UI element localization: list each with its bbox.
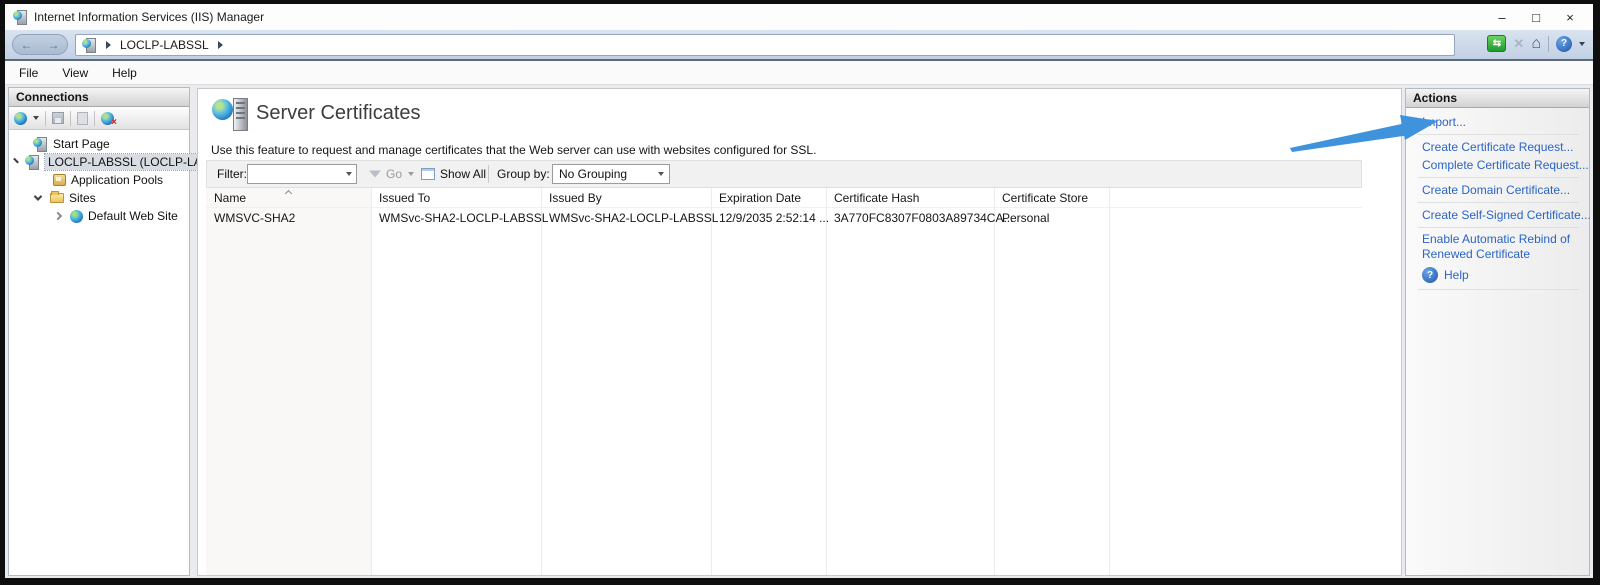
iis-node-icon <box>82 38 97 52</box>
page-title: Server Certificates <box>256 102 421 125</box>
divider <box>1418 289 1579 290</box>
action-help-row[interactable]: ? Help <box>1422 267 1579 283</box>
content-area: Connections × Start Page LOC <box>5 85 1593 578</box>
connections-toolbar: × <box>9 107 189 130</box>
filter-label: Filter: <box>217 167 247 181</box>
nav-back-forward: ← → <box>12 34 68 55</box>
divider <box>94 111 95 126</box>
divider <box>1418 134 1579 135</box>
chevron-down-icon[interactable] <box>1579 42 1585 46</box>
action-create-self-signed-certificate[interactable]: Create Self-Signed Certificate... <box>1422 207 1579 223</box>
help-icon[interactable]: ? <box>1556 36 1572 52</box>
go-filter-icon <box>369 171 381 178</box>
tree-item-application-pools[interactable]: Application Pools <box>9 171 189 189</box>
column-certificate-hash[interactable]: Certificate Hash <box>834 191 919 205</box>
tree-item-server[interactable]: LOCLP-LABSSL (LOCLP-LABS <box>9 153 189 171</box>
column-name[interactable]: Name <box>214 191 246 205</box>
action-complete-certificate-request[interactable]: Complete Certificate Request... <box>1422 157 1579 173</box>
back-icon[interactable]: ← <box>21 39 33 51</box>
server-certificates-icon <box>212 96 250 134</box>
column-certificate-store[interactable]: Certificate Store <box>1002 191 1088 205</box>
group-by-label: Group by: <box>497 167 550 181</box>
navigation-bar: ← → LOCLP-LABSSL ⇆ ✕ ⌂ ? <box>5 30 1593 61</box>
breadcrumb-arrow-icon[interactable] <box>218 41 223 49</box>
red-x-icon: × <box>111 118 117 128</box>
list-header: Name Issued To Issued By Expiration Date… <box>206 188 1362 208</box>
menu-help[interactable]: Help <box>100 66 149 80</box>
breadcrumb[interactable]: LOCLP-LABSSL <box>75 34 1455 56</box>
help-icon: ? <box>1422 267 1438 283</box>
group-by-dropdown[interactable]: No Grouping <box>552 164 670 184</box>
column-expiration-date[interactable]: Expiration Date <box>719 191 801 205</box>
menu-bar: File View Help <box>5 61 1593 85</box>
connections-header: Connections <box>9 88 189 107</box>
divider <box>1548 36 1549 52</box>
menu-view[interactable]: View <box>50 66 100 80</box>
divider <box>1418 227 1579 228</box>
table-row[interactable]: WMSVC-SHA2 WMSvc-SHA2-LOCLP-LABSSL WMSvc… <box>206 208 1362 227</box>
divider <box>45 111 46 126</box>
filter-input[interactable] <box>247 164 357 184</box>
web-site-icon <box>70 210 83 223</box>
sites-folder-icon <box>50 193 64 203</box>
chevron-down-icon[interactable] <box>34 192 42 200</box>
server-icon <box>25 155 40 169</box>
chevron-down-icon[interactable] <box>33 116 39 120</box>
column-issued-by[interactable]: Issued By <box>549 191 602 205</box>
tree-item-sites[interactable]: Sites <box>9 189 189 207</box>
title-bar: Internet Information Services (IIS) Mana… <box>5 4 1593 30</box>
tree-item-default-web-site[interactable]: Default Web Site <box>9 207 189 225</box>
chevron-down-icon[interactable] <box>13 158 19 164</box>
actions-header: Actions <box>1406 89 1589 108</box>
menu-file[interactable]: File <box>5 66 50 80</box>
save-connections-icon <box>52 112 64 124</box>
server-certificates-panel: Server Certificates Use this feature to … <box>197 88 1402 576</box>
divider <box>70 111 71 126</box>
show-all-icon[interactable] <box>421 168 435 180</box>
home-icon[interactable]: ⌂ <box>1531 36 1541 52</box>
divider <box>488 165 489 183</box>
action-help[interactable]: Help <box>1444 267 1469 283</box>
maximize-button[interactable]: □ <box>1519 4 1553 30</box>
breadcrumb-server[interactable]: LOCLP-LABSSL <box>120 38 209 52</box>
connections-tree: Start Page LOCLP-LABSSL (LOCLP-LABS Appl… <box>9 130 189 225</box>
sorted-column-tint <box>206 188 371 575</box>
actions-panel: Actions Import... Create Certificate Req… <box>1405 88 1590 576</box>
minimize-button[interactable]: – <box>1485 4 1519 30</box>
go-button: Go <box>386 167 402 181</box>
certificates-list: Name Issued To Issued By Expiration Date… <box>206 188 1362 575</box>
tree-item-start-page[interactable]: Start Page <box>9 135 189 153</box>
filter-toolbar: Filter: Go Show All Group by: No Groupin… <box>206 160 1362 188</box>
breadcrumb-arrow-icon <box>106 41 111 49</box>
chevron-down-icon[interactable] <box>346 172 352 176</box>
chevron-down-icon <box>408 172 414 176</box>
action-import[interactable]: Import... <box>1422 114 1579 130</box>
refresh-icon[interactable]: ⇆ <box>1487 35 1506 52</box>
chevron-right-icon[interactable] <box>54 212 62 220</box>
start-page-icon <box>33 137 48 151</box>
iis-manager-window: Internet Information Services (IIS) Mana… <box>5 4 1593 578</box>
divider <box>1418 202 1579 203</box>
close-button[interactable]: × <box>1553 4 1587 30</box>
application-pools-icon <box>53 174 66 186</box>
connections-panel: Connections × Start Page LOC <box>8 87 190 576</box>
delete-connection-icon[interactable]: × <box>101 112 114 125</box>
action-enable-automatic-rebind[interactable]: Enable Automatic Rebind of Renewed Certi… <box>1422 232 1572 262</box>
action-create-certificate-request[interactable]: Create Certificate Request... <box>1422 139 1579 155</box>
sort-ascending-icon <box>285 190 292 197</box>
forward-icon[interactable]: → <box>48 39 60 51</box>
window-title: Internet Information Services (IIS) Mana… <box>34 10 264 24</box>
chevron-down-icon <box>658 172 664 176</box>
divider <box>1418 177 1579 178</box>
iis-app-icon <box>13 10 28 24</box>
action-create-domain-certificate[interactable]: Create Domain Certificate... <box>1422 182 1579 198</box>
create-connection-icon[interactable] <box>14 112 27 125</box>
stop-icon: ✕ <box>1513 36 1524 52</box>
feature-description: Use this feature to request and manage c… <box>211 143 816 157</box>
show-all-button[interactable]: Show All <box>440 167 486 181</box>
rename-icon <box>77 112 88 125</box>
column-issued-to[interactable]: Issued To <box>379 191 430 205</box>
